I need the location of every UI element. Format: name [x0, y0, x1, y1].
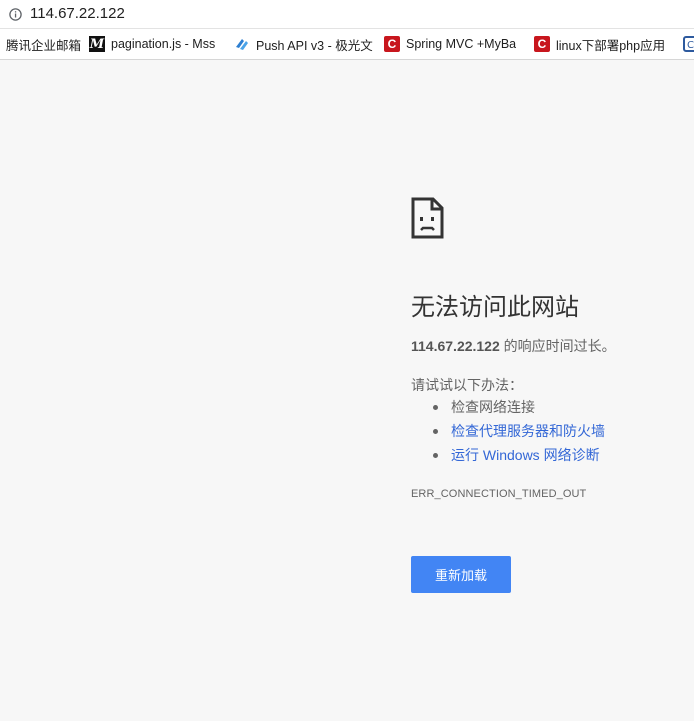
bookmark-pagination-js[interactable]: M pagination.js - Mss: [89, 29, 225, 59]
jpush-icon: [236, 39, 248, 50]
svg-text:C: C: [687, 40, 694, 51]
error-description: 114.67.22.122 的响应时间过长。: [411, 336, 616, 356]
bookmark-spring-mvc[interactable]: C Spring MVC +MyBa: [384, 29, 524, 59]
bookmark-label: Spring MVC +MyBa: [406, 37, 517, 51]
bookmark-label: pagination.js - Mss: [111, 37, 216, 51]
csdn-icon: C: [384, 36, 400, 52]
try-label: 请试试以下办法：: [411, 377, 523, 393]
info-icon[interactable]: [9, 8, 22, 21]
bookmark-label: 腾讯企业邮箱: [6, 38, 82, 53]
cnblogs-icon: C: [683, 36, 694, 52]
bookmark-push-api[interactable]: Push API v3 - 极光文: [234, 29, 374, 59]
url-text[interactable]: 114.67.22.122: [30, 5, 125, 22]
bookmark-label: linux下部署php应用: [556, 38, 666, 53]
bookmark-label: Push API v3 - 极光文: [256, 38, 373, 53]
bookmark-tencent-mail[interactable]: 腾讯企业邮箱: [6, 29, 84, 59]
error-message: 的响应时间过长。: [499, 338, 616, 354]
m-logo-icon: M: [89, 36, 105, 52]
error-code: ERR_CONNECTION_TIMED_OUT: [411, 488, 587, 500]
suggestion-check-proxy-link[interactable]: 检查代理服务器和防火墙: [433, 421, 605, 445]
suggestion-list: 检查网络连接 检查代理服务器和防火墙 运行 Windows 网络诊断: [433, 397, 605, 469]
suggestion-windows-diagnostics-link[interactable]: 运行 Windows 网络诊断: [433, 445, 605, 469]
error-title: 无法访问此网站: [411, 294, 579, 321]
bookmark-linux-php[interactable]: C linux下部署php应用: [534, 29, 674, 59]
csdn-icon: C: [534, 36, 550, 52]
bookmarks-bar: 腾讯企业邮箱 M pagination.js - Mss Push API v3…: [0, 29, 694, 60]
suggestion-check-network: 检查网络连接: [433, 397, 605, 421]
error-host: 114.67.22.122: [411, 338, 500, 354]
bookmark-cnblogs[interactable]: C: [683, 29, 694, 59]
sad-document-icon: [411, 197, 444, 239]
reload-button[interactable]: 重新加载: [411, 556, 511, 593]
address-bar[interactable]: 114.67.22.122: [0, 0, 694, 29]
